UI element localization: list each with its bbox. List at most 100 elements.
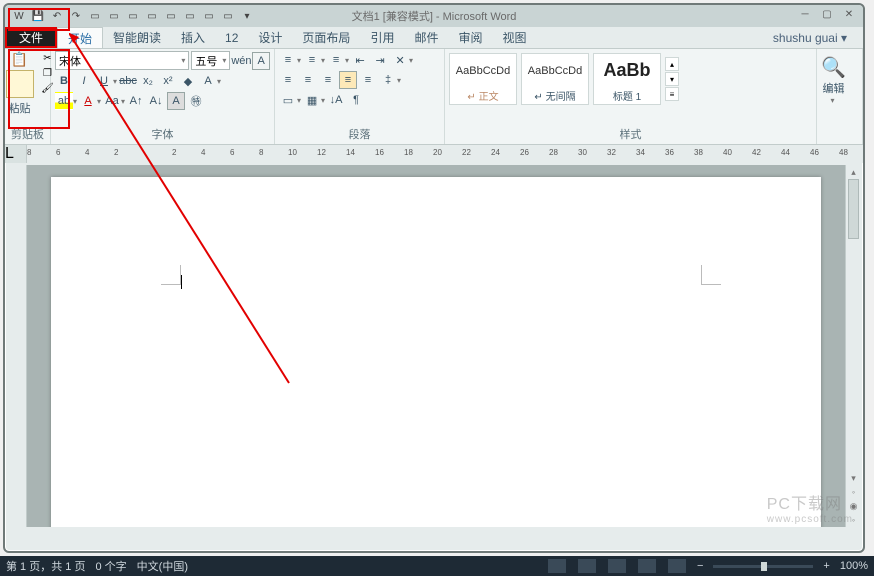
undo-icon[interactable]: ↶ [49,8,65,24]
qat-btn[interactable]: ▭ [125,8,141,24]
zoom-slider[interactable] [713,565,813,568]
qat-btn[interactable]: ▭ [201,8,217,24]
highlight-button[interactable]: ab [55,92,73,110]
asian-layout-button[interactable]: ✕ [391,51,409,69]
align-left-button[interactable]: ≡ [279,71,297,89]
change-case-button[interactable]: Aa [103,92,121,110]
scroll-pane[interactable] [27,165,845,527]
gallery-more-icon[interactable]: ≡ [665,87,679,101]
window-controls: ─ ▢ ✕ [795,7,859,21]
bold-button[interactable]: B [55,72,73,90]
shading-button[interactable]: ▭ [279,91,297,109]
superscript-button[interactable]: x² [159,72,177,90]
browse-object-icon[interactable]: ◉ [846,499,861,513]
tab-insert[interactable]: 插入 [171,27,215,48]
subscript-button[interactable]: x₂ [139,72,157,90]
view-read-mode-icon[interactable] [578,559,596,573]
paste-button[interactable]: 📋 粘贴 [3,51,39,124]
align-center-button[interactable]: ≡ [299,71,317,89]
char-border-icon[interactable]: A [252,52,270,70]
tab-view[interactable]: 视图 [492,27,536,48]
align-right-button[interactable]: ≡ [319,71,337,89]
font-size-select[interactable]: 五号▾ [191,51,230,70]
zoom-thumb[interactable] [761,562,767,571]
font-color-button[interactable]: A [79,92,97,110]
view-print-layout-icon[interactable] [548,559,566,573]
line-spacing-button[interactable]: ‡ [379,71,397,89]
save-icon[interactable]: 💾 [30,8,46,24]
ruler-corner: L [5,145,27,163]
maximize-icon[interactable]: ▢ [817,7,837,21]
underline-button[interactable]: U [95,72,113,90]
page[interactable] [51,177,821,527]
qat-btn[interactable]: ▭ [144,8,160,24]
borders-button[interactable]: ▦ [303,91,321,109]
user-name[interactable]: shushu guai ▾ [757,27,863,48]
sort-button[interactable]: ↓A [327,91,345,109]
decrease-indent-button[interactable]: ⇤ [351,51,369,69]
style-heading1[interactable]: AaBb 标题 1 [593,53,661,105]
window-title: 文档1 [兼容模式] - Microsoft Word [352,8,517,24]
multilevel-button[interactable]: ≡ [327,51,345,69]
clear-format-icon[interactable]: ◆ [179,72,197,90]
tab-home[interactable]: 开始 [57,27,103,48]
scroll-up-icon[interactable]: ▴ [846,165,861,179]
zoom-in-icon[interactable]: + [823,560,829,572]
scroll-down-icon[interactable]: ▾ [846,471,861,485]
horizontal-ruler[interactable]: 8642246810121416182022242628303234363840… [27,145,863,163]
find-button[interactable]: 🔍 编辑 ▾ [821,51,846,140]
tab-smart-read[interactable]: 智能朗读 [103,27,171,48]
shrink-font-button[interactable]: A↓ [147,92,165,110]
char-shading-button[interactable]: A [167,92,185,110]
close-icon[interactable]: ✕ [839,7,859,21]
tab-review[interactable]: 审阅 [448,27,492,48]
view-outline-icon[interactable] [638,559,656,573]
text-effects-icon[interactable]: A [199,72,217,90]
qat-btn[interactable]: ▭ [220,8,236,24]
qat-btn[interactable]: ▭ [87,8,103,24]
tab-mailings[interactable]: 邮件 [404,27,448,48]
zoom-level[interactable]: 100% [840,560,868,572]
bullets-button[interactable]: ≡ [279,51,297,69]
scroll-thumb[interactable] [848,179,859,239]
justify-button[interactable]: ≡ [339,71,357,89]
group-editing: 🔍 编辑 ▾ [817,49,863,144]
qat-dropdown-icon[interactable]: ▾ [239,8,255,24]
increase-indent-button[interactable]: ⇥ [371,51,389,69]
view-draft-icon[interactable] [668,559,686,573]
gallery-down-icon[interactable]: ▾ [665,72,679,86]
gallery-up-icon[interactable]: ▴ [665,57,679,71]
qat-btn[interactable]: ▭ [163,8,179,24]
view-web-layout-icon[interactable] [608,559,626,573]
next-page-icon[interactable]: ◦ [846,513,861,527]
status-words[interactable]: 0 个字 [95,558,126,574]
qat-btn[interactable]: ▭ [106,8,122,24]
redo-icon[interactable]: ↷ [68,8,84,24]
prev-page-icon[interactable]: ◦ [846,485,861,499]
distribute-button[interactable]: ≡ [359,71,377,89]
minimize-icon[interactable]: ─ [795,7,815,21]
app-window: W 💾 ↶ ↷ ▭ ▭ ▭ ▭ ▭ ▭ ▭ ▭ ▾ 文档1 [兼容模式] - M… [3,3,865,553]
tab-layout[interactable]: 页面布局 [292,27,360,48]
zoom-out-icon[interactable]: − [697,560,703,572]
vertical-scrollbar[interactable]: ▴ ▾ ◦ ◉ ◦ [845,165,861,527]
italic-button[interactable]: I [75,72,93,90]
tab-design[interactable]: 设计 [248,27,292,48]
grow-font-button[interactable]: A↑ [127,92,145,110]
binoculars-icon: 🔍 [821,55,846,80]
show-marks-button[interactable]: ¶ [347,91,365,109]
style-normal[interactable]: AaBbCcDd ↵ 正文 [449,53,517,105]
enclose-char-button[interactable]: ㊕ [187,92,205,110]
status-page[interactable]: 第 1 页，共 1 页 [6,558,85,574]
numbering-button[interactable]: ≡ [303,51,321,69]
status-language[interactable]: 中文(中国) [137,558,188,574]
tab-12[interactable]: 12 [215,27,248,48]
qat-btn[interactable]: ▭ [182,8,198,24]
style-nospacing[interactable]: AaBbCcDd ↵ 无间隔 [521,53,589,105]
phonetic-guide-icon[interactable]: wén [232,52,250,70]
tab-file[interactable]: 文件 [5,27,57,48]
strikethrough-button[interactable]: abc [119,72,137,90]
tab-references[interactable]: 引用 [360,27,404,48]
font-name-select[interactable]: 宋体▾ [55,51,189,70]
vertical-ruler[interactable] [7,165,27,527]
